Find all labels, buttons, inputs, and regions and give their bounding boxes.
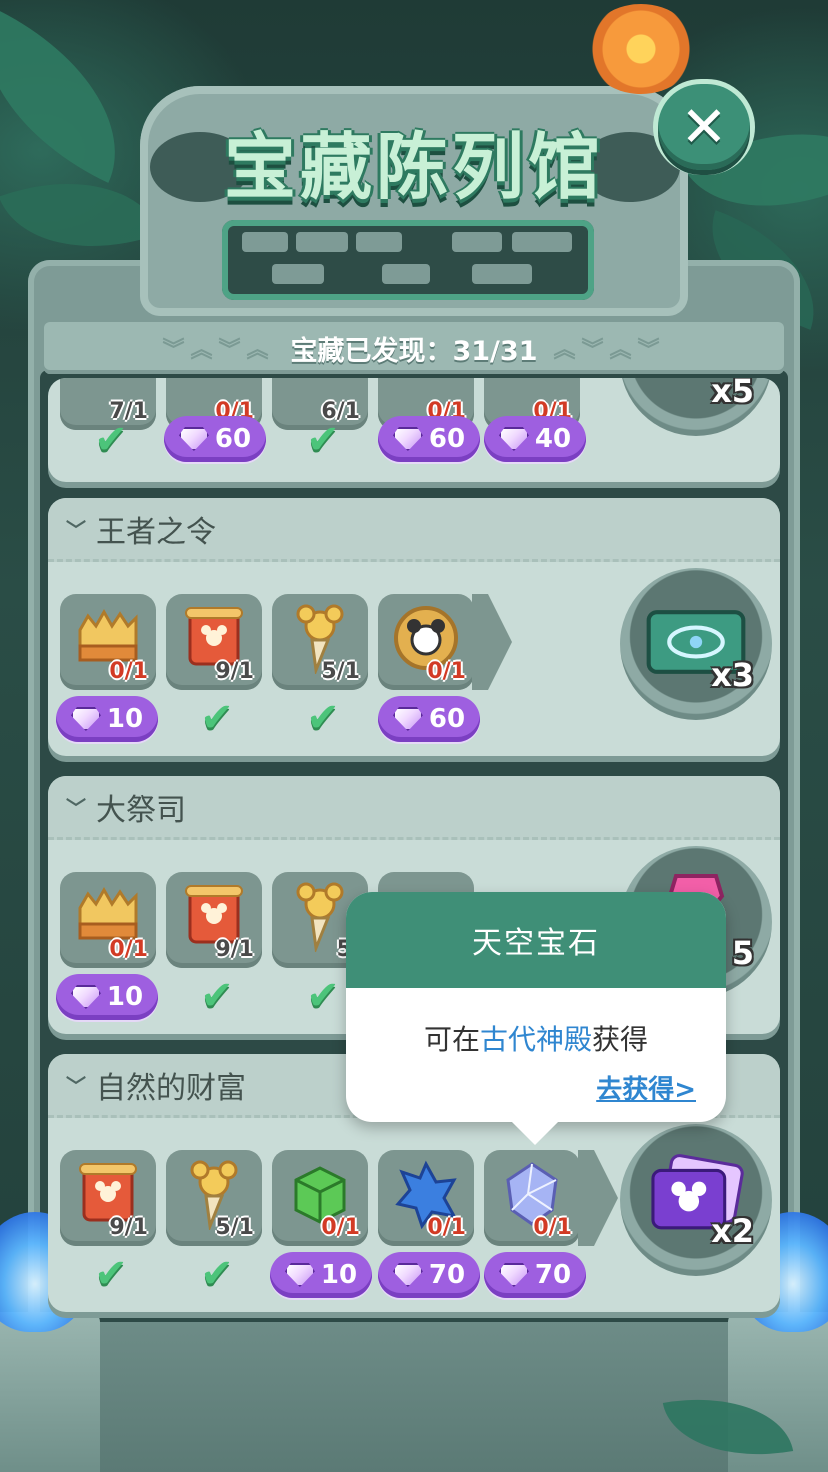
gem-icon (71, 707, 101, 731)
gem-icon (179, 427, 209, 451)
buy-button[interactable]: 60 (378, 416, 480, 462)
item-slot[interactable]: 0/1 (272, 1150, 368, 1246)
price-value: 10 (320, 1260, 358, 1290)
chevron-down-icon: ﹀ (66, 1074, 86, 1098)
section-title: 王者之令 (96, 514, 216, 550)
orange-flower-icon (586, 4, 696, 94)
gem-icon (499, 427, 529, 451)
item-count: 9/1 (109, 1215, 148, 1240)
left-pillar (0, 1312, 100, 1472)
tooltip-location: 古代神殿 (479, 1023, 592, 1056)
item-count: 5/1 (321, 659, 360, 684)
check-icon: ✔ (94, 1251, 128, 1297)
reward-multiplier: x2 (711, 1212, 754, 1250)
check-icon: ✔ (306, 695, 340, 741)
check-icon: ✔ (200, 695, 234, 741)
item-count: 0/1 (109, 937, 148, 962)
reward-multiplier: 5 (731, 934, 754, 972)
buy-button[interactable]: 10 (56, 696, 158, 742)
price-value: 70 (428, 1260, 466, 1290)
chevron-decoration: ︽︾︽︾ (553, 338, 666, 363)
arrow-connector (472, 594, 512, 690)
price-value: 60 (428, 704, 466, 734)
item-slot[interactable]: 9/1 (166, 594, 262, 690)
reward-chest[interactable]: x2 (620, 1124, 772, 1276)
section-title: 大祭司 (96, 792, 186, 828)
buy-button[interactable]: 70 (484, 1252, 586, 1298)
check-icon: ✔ (94, 417, 128, 463)
check-icon: ✔ (306, 417, 340, 463)
item-slot[interactable]: 0/1 (378, 1150, 474, 1246)
price-value: 60 (428, 424, 466, 454)
discovered-counter: ︾︽︾︽ 宝藏已发现：31/31 ︽︾︽︾ (44, 322, 784, 374)
chevron-down-icon: ﹀ (66, 796, 86, 820)
go-obtain-link[interactable]: 去获得> (596, 1069, 696, 1106)
tooltip-title: 天空宝石 (346, 892, 726, 988)
discovered-label: 宝藏已发现：31/31 (290, 335, 538, 367)
item-slot[interactable]: 5/1 (166, 1150, 262, 1246)
buy-button[interactable]: 60 (164, 416, 266, 462)
price-value: 10 (106, 982, 144, 1012)
close-button[interactable]: ✕ (658, 84, 750, 170)
tooltip-description: 可在古代神殿获得 (346, 1018, 726, 1058)
item-tooltip: 天空宝石 可在古代神殿获得 去获得> (346, 892, 726, 1146)
item-slot[interactable]: 0/1 (378, 594, 474, 690)
buy-button[interactable]: 40 (484, 416, 586, 462)
reward-multiplier: x3 (711, 656, 754, 694)
item-count: 0/1 (533, 1215, 572, 1240)
check-icon: ✔ (200, 973, 234, 1019)
price-value: 70 (534, 1260, 572, 1290)
buy-button[interactable]: 70 (378, 1252, 480, 1298)
item-count: 0/1 (427, 1215, 466, 1240)
item-slot[interactable]: 5/1 (272, 594, 368, 690)
gem-icon (71, 985, 101, 1009)
item-count: 0/1 (109, 659, 148, 684)
item-count: 9/1 (215, 937, 254, 962)
reward-multiplier: x5 (711, 378, 754, 410)
chevron-decoration: ︾︽︾︽ (162, 338, 275, 363)
item-count: 0/1 (321, 1215, 360, 1240)
check-icon: ✔ (306, 973, 340, 1019)
price-value: 40 (534, 424, 572, 454)
item-slot[interactable]: 0/1 (60, 594, 156, 690)
reward-chest[interactable]: x5 (620, 378, 772, 436)
price-value: 60 (214, 424, 252, 454)
stone-slot-plate (222, 220, 594, 300)
item-count: 9/1 (215, 659, 254, 684)
tooltip-suffix: 获得 (592, 1023, 649, 1056)
gem-icon (285, 1263, 315, 1287)
arrow-connector (578, 1150, 618, 1246)
check-icon: ✔ (200, 1251, 234, 1297)
chevron-down-icon: ﹀ (66, 518, 86, 542)
section-title: 自然的财富 (96, 1070, 246, 1106)
collection-card-partial: 7/1 0/1 6/1 0/1 0/1 ✔ 60 ✔ 60 40 x5 (48, 378, 780, 482)
section-header[interactable]: ﹀ 王者之令 (48, 498, 780, 562)
section-header[interactable]: ﹀ 大祭司 (48, 776, 780, 840)
bottom-stone (0, 1322, 828, 1472)
item-count: 5/1 (215, 1215, 254, 1240)
tooltip-prefix: 可在 (423, 1023, 480, 1056)
item-slot[interactable]: 9/1 (166, 872, 262, 968)
reward-chest[interactable]: x3 (620, 568, 772, 720)
item-slot[interactable]: 0/1 (60, 872, 156, 968)
buy-button[interactable]: 60 (378, 696, 480, 742)
item-slot[interactable]: 9/1 (60, 1150, 156, 1246)
gem-icon (393, 707, 423, 731)
close-icon: ✕ (680, 94, 728, 160)
item-slot[interactable]: 0/1 (484, 1150, 580, 1246)
price-value: 10 (106, 704, 144, 734)
collection-card: ﹀ 王者之令 0/1 9/1 5/1 0/1 10 ✔ ✔ 60 x3 (48, 498, 780, 756)
gem-icon (499, 1263, 529, 1287)
buy-button[interactable]: 10 (56, 974, 158, 1020)
gem-icon (393, 427, 423, 451)
item-count: 0/1 (427, 659, 466, 684)
buy-button[interactable]: 10 (270, 1252, 372, 1298)
gem-icon (393, 1263, 423, 1287)
